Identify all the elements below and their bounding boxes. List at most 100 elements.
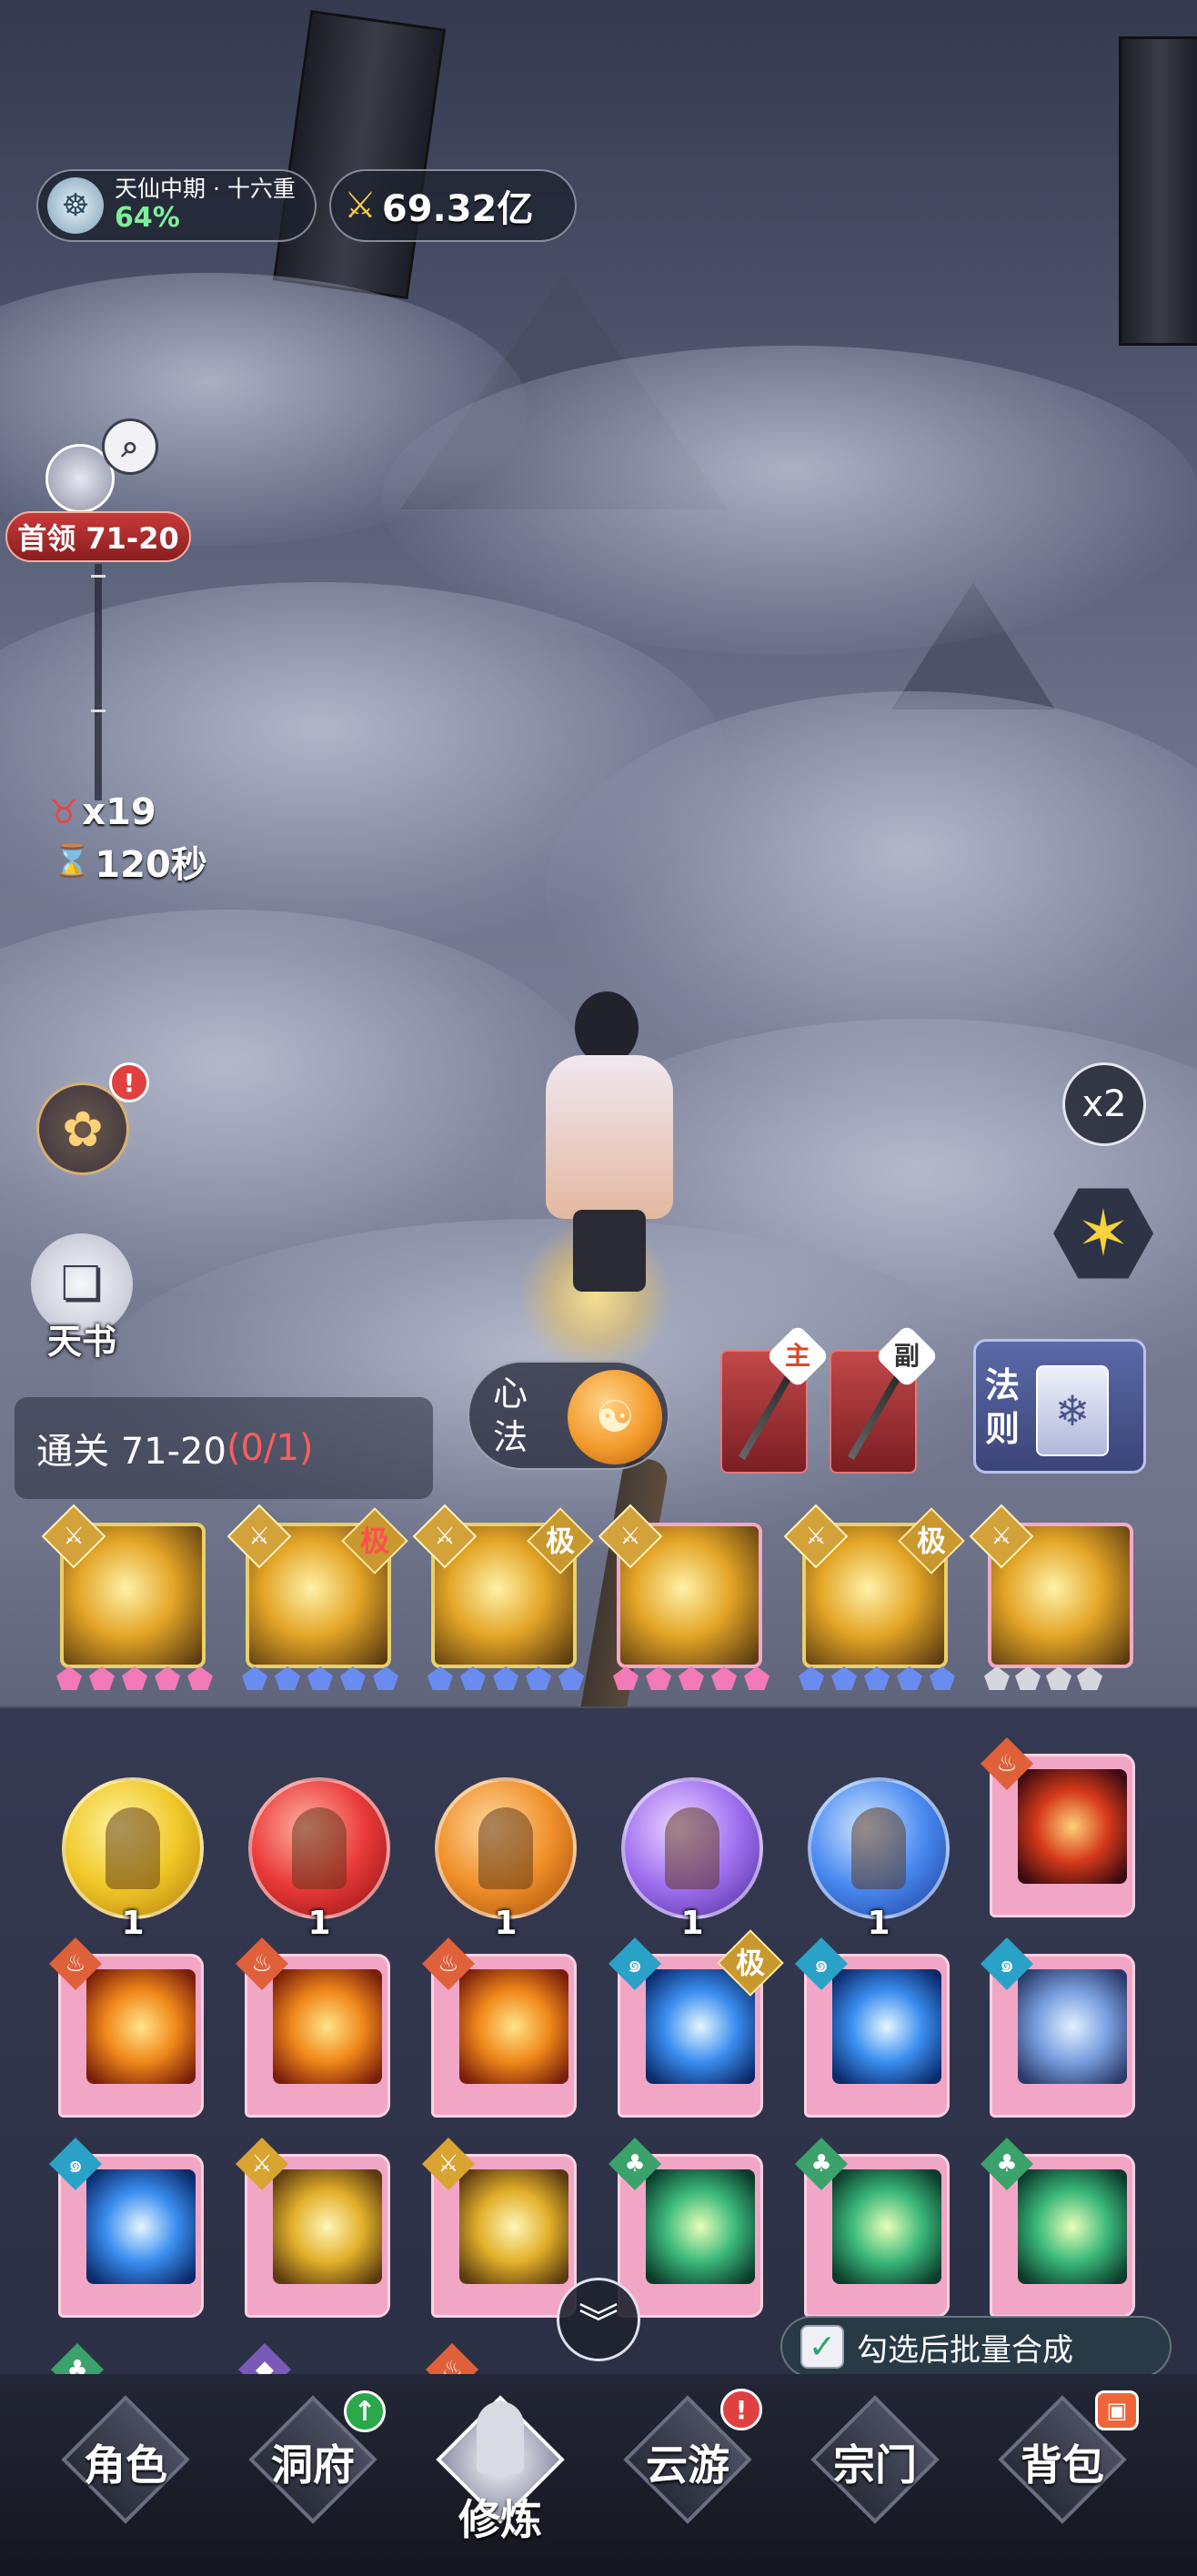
combat-power[interactable]: ⚔ 69.32亿 [329,169,577,242]
notification-badge: ! [720,2389,762,2430]
skill-book-item[interactable]: ๑ [795,1937,955,2123]
skill-book-item[interactable]: ♣ [609,2138,769,2323]
realm-status[interactable]: ☸ 天仙中期 · 十六重 64% [36,169,317,242]
skill-book-item[interactable]: ♣ [795,2138,955,2323]
item-count: 1 [121,1905,145,1942]
star-gems [984,1666,1102,1690]
main-weapon-tag-text: 主 [784,1341,810,1371]
golden-burst-art [459,2169,568,2284]
combat-power-value: 69.32亿 [381,188,534,230]
skill-book-item[interactable]: ♨ [981,1737,1141,1923]
red-orb [248,1777,390,1919]
timer: ⌛ 120秒 [53,835,207,888]
orb-item[interactable]: 1 [245,1774,390,1947]
orb-item[interactable]: 1 [431,1774,577,1947]
equipped-skill-slot[interactable]: ⚔ [598,1504,771,1692]
heavenly-book-label: 天书 [46,1322,116,1362]
skill-book-item[interactable]: ๑ 极 [609,1929,784,2123]
star-gems [613,1666,770,1690]
orb-item[interactable]: 1 [618,1774,763,1947]
star-gems [428,1666,584,1690]
character-body [546,1055,673,1219]
grade-text: 极 [735,1946,765,1980]
meditating-figure-icon: ☯ [568,1370,662,1464]
stage-clear-count: (0/1) [226,1427,314,1469]
progress-tick [91,709,106,712]
pagoda-art [86,1969,196,2084]
auto-battle-button[interactable]: ✶ [1044,1179,1162,1288]
progress-tick [91,575,106,578]
equipped-skill-slot[interactable]: ⚔ 极 [226,1504,408,1692]
item-count: 1 [494,1905,518,1942]
orange-orb [435,1777,577,1919]
player-character [518,991,691,1374]
stage-progress-rail [91,564,106,800]
ice-swords-art [86,2169,196,2284]
nav-item-sect[interactable]: 宗门 [793,2392,957,2565]
heavenly-book-button[interactable]: ❏ 天书 [27,1233,140,1362]
spear-icon [848,1373,902,1460]
skill-book-item[interactable]: ⚔ [236,2138,396,2323]
equipped-skill-slot[interactable]: ⚔ 极 [412,1504,594,1692]
gift-bag-button[interactable]: ✿ ! [24,1062,149,1188]
orb-item[interactable]: 1 [58,1774,204,1947]
stage-clear-text: 通关 71-20 [36,1431,226,1473]
grade-text: 极 [545,1524,575,1558]
sub-weapon-tag-text: 副 [893,1341,920,1371]
time-remaining: 120秒 [95,844,207,886]
main-weapon-slot[interactable]: 主 [720,1323,830,1474]
floating-pillar [272,10,447,299]
nav-item-bag[interactable]: 背包 ▣ [981,2390,1144,2565]
boss-stage-label: 首领 71-20 [5,511,191,562]
skill-book-item[interactable]: ⚔ [422,2138,582,2323]
nav-item-travel[interactable]: 云游 ! [606,2389,770,2565]
purple-orb [621,1777,763,1919]
hourglass-icon: ⌛ [53,843,92,880]
skill-book-item[interactable]: ๑ [49,2138,209,2323]
flame-swirl-art [273,1969,382,2084]
batch-merge-checkbox[interactable]: ✓ [800,2325,844,2369]
water-orb-art [646,1969,755,2084]
taiji-five-elements-art [1018,1969,1127,2084]
orb-item[interactable]: 1 [804,1774,950,1947]
jade-light-art [1018,2169,1127,2284]
sword-icon [739,1373,793,1460]
double-chevron-down-icon[interactable]: ︾ [557,2278,640,2361]
star-gems [799,1666,955,1690]
realm-progress: 64% [115,202,180,235]
skill-book-item[interactable]: ♣ [981,2138,1141,2323]
nav-item-cave[interactable]: 洞府 ↑ [231,2390,395,2565]
law-button[interactable]: 法则 ❄ [973,1339,1146,1474]
crossed-swords-icon: ⚔ [344,185,377,226]
enemy-count: x19 [82,791,156,833]
grade-text: 极 [359,1524,389,1558]
jade-beast-art [832,2169,941,2284]
snowflake-card-icon: ❄ [1036,1365,1109,1456]
nav-label: 宗门 [833,2440,917,2490]
jade-spear-art [646,2169,755,2284]
nav-label: 背包 [1021,2440,1104,2490]
nav-item-role[interactable]: 角色 [44,2392,207,2565]
batch-merge-toggle[interactable]: ✓ 勾选后批量合成 [780,2316,1172,2378]
skill-book-item[interactable]: ♨ [49,1937,209,2123]
cultivator-icon [477,2401,524,2474]
mind-method-button[interactable]: 心法 ☯ [468,1361,669,1470]
notification-badge: ! [109,1062,149,1102]
boss-button[interactable]: ⌕ [42,418,158,518]
skill-book-item[interactable]: ♨ [236,1937,396,2123]
nav-item-cultivate[interactable]: 修炼 [418,2392,582,2565]
skill-book-item[interactable]: ♨ [422,1937,582,2123]
nav-label: 修炼 [458,2495,542,2544]
equipped-skill-slot[interactable]: ⚔ 极 [783,1504,965,1692]
equipped-skill-slot[interactable]: ⚔ [41,1504,215,1692]
yellow-orb [62,1777,204,1919]
gift-box-icon: ▣ [1095,2390,1139,2430]
sub-weapon-slot[interactable]: 副 [830,1323,940,1474]
batch-merge-label: 勾选后批量合成 [857,2331,1073,2369]
nav-label: 洞府 [271,2440,355,2490]
blue-orb [808,1777,950,1919]
equipped-skill-slot[interactable]: ⚔ [969,1504,1142,1692]
star-gems [242,1666,398,1690]
skill-book-item[interactable]: ๑ [981,1937,1141,2123]
speed-toggle-button[interactable]: x2 [1062,1062,1146,1146]
